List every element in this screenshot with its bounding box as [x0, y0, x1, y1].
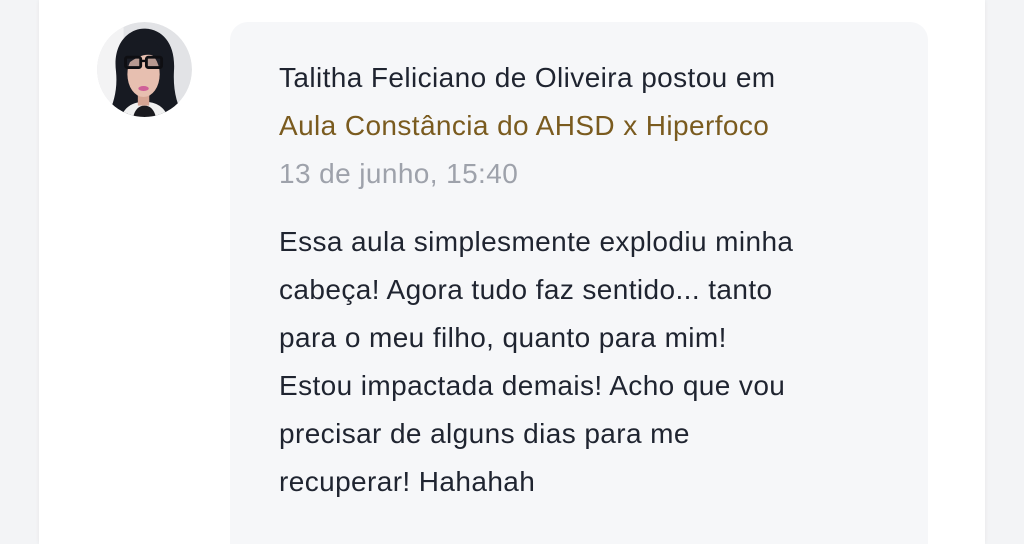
author-name: Talitha Feliciano de Oliveira — [279, 62, 633, 93]
avatar — [97, 22, 192, 117]
comment-card: Talitha Feliciano de Oliveira postou em … — [39, 0, 985, 544]
comment-bubble: Talitha Feliciano de Oliveira postou em … — [230, 22, 928, 544]
page-background: Talitha Feliciano de Oliveira postou em … — [0, 0, 1024, 544]
avatar-photo — [97, 22, 192, 117]
timestamp: 13 de junho, 15:40 — [279, 158, 519, 189]
comment-body: Essa aula simplesmente explodiu minha ca… — [279, 226, 794, 497]
lesson-link-row: Aula Constância do AHSD x Hiperfoco — [279, 102, 888, 150]
action-text: postou em — [641, 62, 776, 93]
lesson-link[interactable]: Aula Constância do AHSD x Hiperfoco — [279, 110, 769, 141]
comment-header: Talitha Feliciano de Oliveira postou em — [279, 54, 888, 102]
